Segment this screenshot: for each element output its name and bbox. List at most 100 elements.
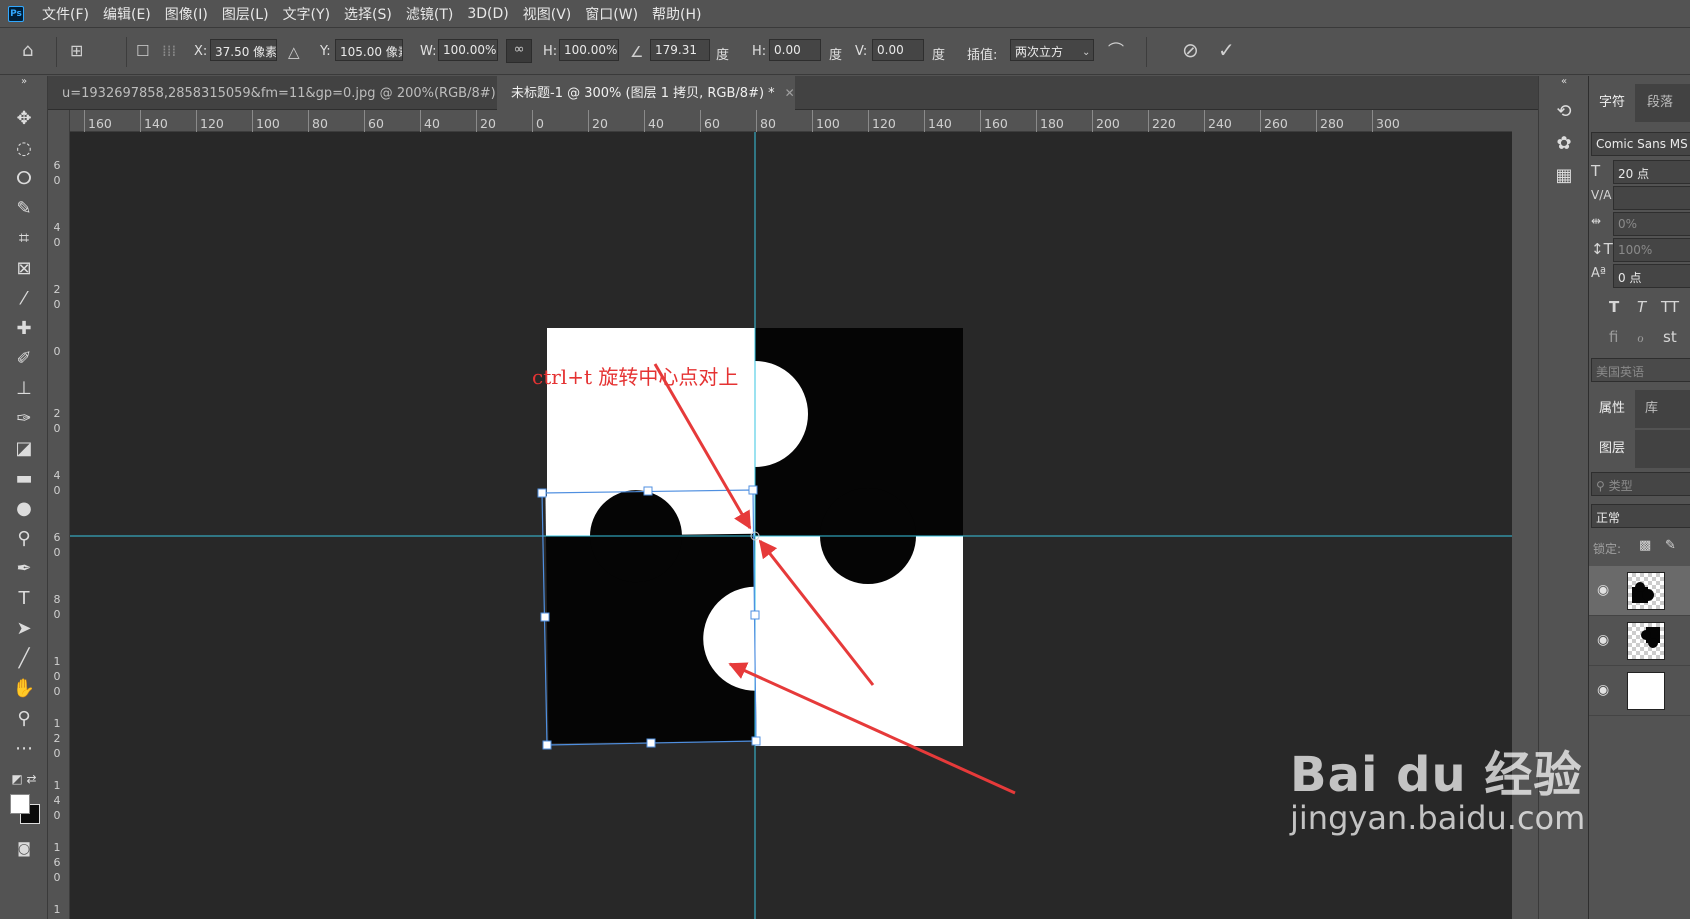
angle-input[interactable]: 179.31	[650, 39, 710, 61]
hand-tool-icon[interactable]: ✋	[10, 676, 38, 702]
relative-position-icon[interactable]: △	[288, 42, 300, 62]
reference-point-grid-icon[interactable]: ⁞⁞⁞	[162, 41, 176, 61]
ligature-icon[interactable]: fi	[1609, 328, 1618, 346]
vertical-scale-input[interactable]: 100%	[1613, 238, 1690, 262]
lasso-tool-icon[interactable]: ⵔ	[10, 166, 38, 192]
tab-document-untitled[interactable]: 未标题-1 @ 300% (图层 1 拷贝, RGB/8#) * ✕	[497, 76, 795, 110]
foreground-color-swatch[interactable]	[10, 794, 30, 814]
transform-handle-br[interactable]	[751, 736, 761, 746]
transform-handle-mr[interactable]	[750, 610, 760, 620]
layer-row[interactable]: ◉	[1589, 566, 1690, 616]
tab-document-jpg[interactable]: u=1932697858,2858315059&fm=11&gp=0.jpg @…	[48, 76, 526, 110]
color-palette-icon[interactable]: ✿	[1552, 132, 1576, 156]
transform-handle-tl[interactable]	[537, 488, 547, 498]
zoom-tool-icon[interactable]: ⚲	[10, 706, 38, 732]
type-tool-icon[interactable]: T	[10, 586, 38, 612]
vertical-ruler[interactable]: 6 0 4 0 2 0 0 2 0 4 0 6 0 8 0 1 0 0 1 2 0 1 4 0 1 6…	[48, 110, 70, 919]
tab-libraries[interactable]: 库	[1635, 390, 1668, 428]
swatches-panel-icon[interactable]: ▦	[1552, 164, 1576, 188]
close-icon[interactable]: ✕	[785, 86, 795, 100]
tracking-input[interactable]: 0%	[1613, 212, 1690, 236]
healing-brush-tool-icon[interactable]: ✚	[10, 316, 38, 342]
path-select-tool-icon[interactable]: ➤	[10, 616, 38, 642]
faux-italic-icon[interactable]: T	[1637, 298, 1646, 316]
tab-character[interactable]: 字符	[1589, 84, 1636, 122]
kerning-input[interactable]	[1613, 186, 1690, 210]
menu-select[interactable]: 选择(S)	[344, 4, 392, 24]
menu-filter[interactable]: 滤镜(T)	[406, 4, 453, 24]
transform-handle-bm[interactable]	[646, 738, 656, 748]
transform-handle-bl[interactable]	[542, 740, 552, 750]
discretionary-ligature-icon[interactable]: st	[1663, 328, 1677, 346]
width-input[interactable]: 100.00%	[438, 39, 498, 61]
quick-select-tool-icon[interactable]: ✎	[10, 196, 38, 222]
y-input[interactable]: 105.00 像素	[335, 39, 403, 61]
frame-tool-icon[interactable]: ⊠	[10, 256, 38, 282]
lock-brush-icon[interactable]: ✎	[1665, 538, 1676, 553]
stamp-tool-icon[interactable]: ⊥	[10, 376, 38, 402]
default-colors-icon[interactable]: ◩ ⇄	[10, 766, 38, 792]
menu-layer[interactable]: 图层(L)	[222, 4, 269, 24]
menu-edit[interactable]: 编辑(E)	[103, 4, 151, 24]
line-tool-icon[interactable]: ╱	[10, 646, 38, 672]
x-label: X:	[194, 44, 208, 59]
font-family-select[interactable]: Comic Sans MS	[1591, 132, 1690, 156]
reference-point-checkbox[interactable]: ☐	[136, 41, 149, 61]
menu-image[interactable]: 图像(I)	[165, 4, 208, 24]
menu-view[interactable]: 视图(V)	[523, 4, 572, 24]
font-size-input[interactable]: 20 点	[1613, 160, 1690, 184]
layer-row-background[interactable]: ◉	[1589, 666, 1690, 716]
language-select[interactable]: 美国英语	[1591, 358, 1690, 382]
lock-transparent-icon[interactable]: ▩	[1639, 538, 1651, 553]
eye-icon[interactable]: ◉	[1597, 582, 1609, 598]
warp-mode-icon[interactable]: ⌒	[1108, 41, 1124, 61]
link-aspect-icon[interactable]: ∞	[506, 39, 532, 63]
transform-handle-ml[interactable]	[540, 612, 550, 622]
menu-window[interactable]: 窗口(W)	[585, 4, 638, 24]
menu-type[interactable]: 文字(Y)	[283, 4, 330, 24]
horizontal-ruler[interactable]: 160 140 120 100 80 60 40 20 0 20 40 60 80 100 120 140 16…	[70, 110, 1512, 132]
tab-paragraph[interactable]: 段落	[1637, 84, 1683, 122]
history-panel-icon[interactable]: ⟲	[1552, 100, 1576, 124]
faux-bold-icon[interactable]: T	[1609, 298, 1619, 316]
eyedropper-tool-icon[interactable]: ⁄	[10, 286, 38, 312]
ruler-tick-label: 1 8	[53, 903, 61, 919]
commit-transform-icon[interactable]: ✓	[1218, 40, 1235, 60]
eraser-tool-icon[interactable]: ◪	[10, 436, 38, 462]
quick-mask-icon[interactable]: ◙	[10, 836, 38, 862]
height-input[interactable]: 100.00%	[559, 39, 619, 61]
move-tool-icon[interactable]: ✥	[10, 106, 38, 132]
layer-filter-select[interactable]: ⚲ 类型	[1591, 472, 1690, 496]
chevron-down-icon[interactable]: ⌄	[1082, 43, 1090, 63]
tab-layers[interactable]: 图层	[1589, 430, 1636, 468]
marquee-tool-icon[interactable]: ◌	[10, 136, 38, 162]
blur-tool-icon[interactable]: ●	[10, 496, 38, 522]
skew-v-input[interactable]: 0.00	[872, 39, 924, 61]
baseline-shift-input[interactable]: 0 点	[1613, 264, 1690, 288]
menu-help[interactable]: 帮助(H)	[652, 4, 701, 24]
collapse-panels-icon[interactable]: «	[1552, 76, 1576, 90]
skew-h-input[interactable]: 0.00	[769, 39, 821, 61]
more-tools-icon[interactable]: ⋯	[10, 736, 38, 762]
transform-handle-tm[interactable]	[643, 486, 653, 496]
tab-properties[interactable]: 属性	[1589, 390, 1636, 428]
eye-icon[interactable]: ◉	[1597, 682, 1609, 698]
blend-mode-select[interactable]: 正常	[1591, 504, 1690, 528]
x-input[interactable]: 37.50 像素	[210, 39, 277, 61]
all-caps-icon[interactable]: TT	[1661, 298, 1679, 316]
home-icon[interactable]: ⌂	[22, 41, 33, 61]
dodge-tool-icon[interactable]: ⚲	[10, 526, 38, 552]
layer-row[interactable]: ◉	[1589, 616, 1690, 666]
brush-tool-icon[interactable]: ✐	[10, 346, 38, 372]
menu-file[interactable]: 文件(F)	[42, 4, 89, 24]
eye-icon[interactable]: ◉	[1597, 632, 1609, 648]
swash-icon[interactable]: ℴ	[1637, 328, 1644, 346]
crop-tool-icon[interactable]: ⌗	[10, 226, 38, 252]
history-brush-tool-icon[interactable]: ✑	[10, 406, 38, 432]
collapse-toolbar-icon[interactable]: »	[10, 76, 38, 90]
pen-tool-icon[interactable]: ✒	[10, 556, 38, 582]
menu-3d[interactable]: 3D(D)	[467, 6, 508, 22]
cancel-transform-icon[interactable]: ⊘	[1182, 40, 1199, 60]
gradient-tool-icon[interactable]: ▬	[10, 466, 38, 492]
transform-handle-tr[interactable]	[748, 485, 758, 495]
